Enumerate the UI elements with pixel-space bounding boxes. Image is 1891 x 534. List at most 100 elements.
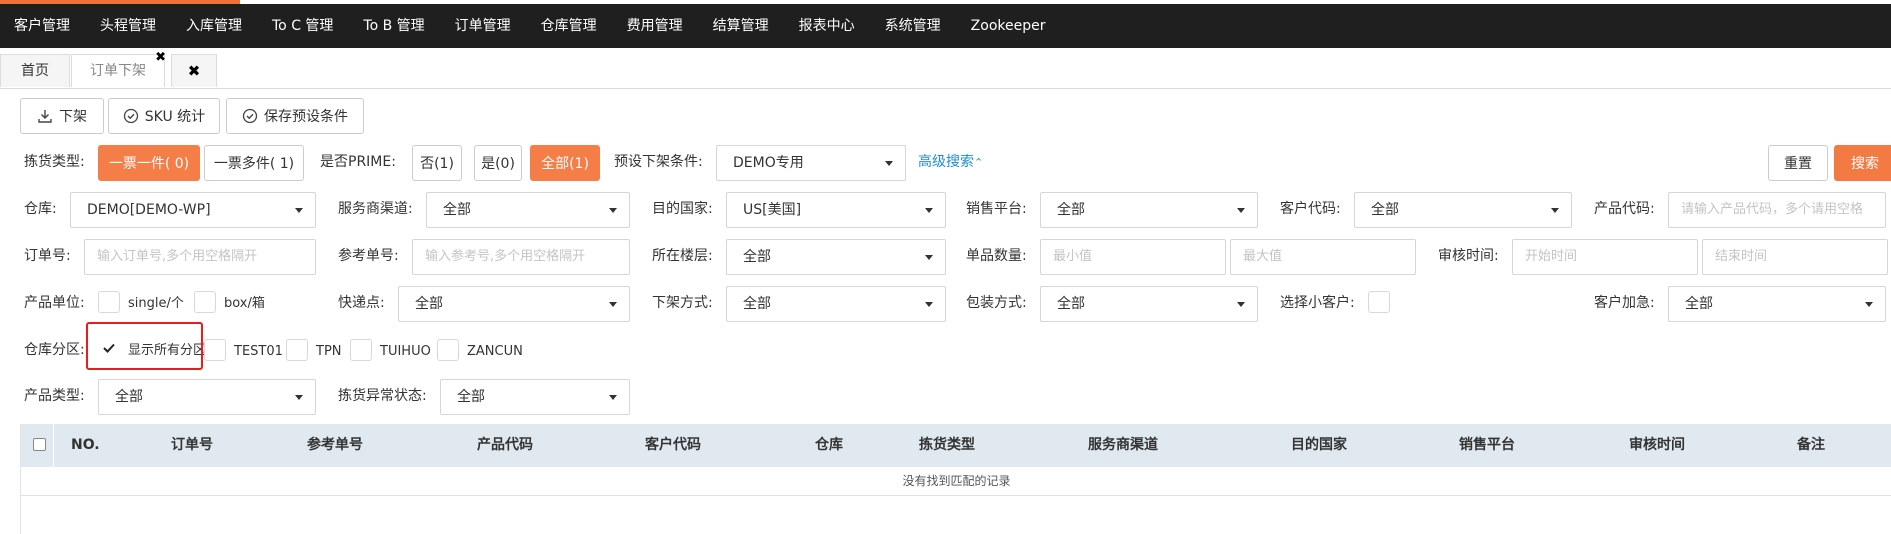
product-type-value: 全部 xyxy=(115,389,143,405)
col-country[interactable]: 目的国家 xyxy=(1291,424,1347,467)
col-no[interactable]: NO. xyxy=(71,424,100,467)
nav-system[interactable]: 系统管理 xyxy=(870,4,956,48)
prime-all-button[interactable]: 全部(1) xyxy=(530,145,600,181)
nav-fees[interactable]: 费用管理 xyxy=(612,4,698,48)
audit-time-label: 审核时间: xyxy=(1438,248,1499,264)
floor-select[interactable]: 全部 xyxy=(726,239,946,275)
col-order-no[interactable]: 订单号 xyxy=(171,424,213,467)
prime-no-button[interactable]: 否(1) xyxy=(412,145,462,181)
close-all-tabs-button[interactable]: ✖ xyxy=(171,54,217,87)
express-select[interactable]: 全部 xyxy=(398,286,630,322)
search-button[interactable]: 搜索 xyxy=(1834,145,1891,181)
column-divider xyxy=(53,424,54,467)
check-circle-icon xyxy=(123,108,138,124)
nav-settlement[interactable]: 结算管理 xyxy=(698,4,784,48)
nav-customer[interactable]: 客户管理 xyxy=(0,4,85,48)
col-warehouse[interactable]: 仓库 xyxy=(815,424,843,467)
order-no-label: 订单号: xyxy=(24,248,71,264)
nav-zookeeper[interactable]: Zookeeper xyxy=(956,4,1061,48)
col-customer-code[interactable]: 客户代码 xyxy=(645,424,701,467)
ref-no-label: 参考单号: xyxy=(338,248,399,264)
empty-message: 没有找到匹配的记录 xyxy=(21,467,1891,496)
pick-type-single-button[interactable]: 一票一件( 0) xyxy=(98,145,200,181)
zone-label: 仓库分区: xyxy=(24,342,85,358)
audit-end-input[interactable]: 结束时间 xyxy=(1702,239,1888,275)
col-channel[interactable]: 服务商渠道 xyxy=(1088,424,1158,467)
pick-exception-value: 全部 xyxy=(457,389,485,405)
qty-max-input[interactable]: 最大值 xyxy=(1230,239,1416,275)
tab-close-icon[interactable]: ✖ xyxy=(155,51,166,64)
product-code-label: 产品代码: xyxy=(1594,201,1655,217)
chevron-down-icon xyxy=(295,395,303,400)
zone-tpn-label: TPN xyxy=(316,344,342,359)
col-platform[interactable]: 销售平台 xyxy=(1459,424,1515,467)
zone-tpn-checkbox[interactable] xyxy=(286,339,308,361)
nav-inbound[interactable]: 入库管理 xyxy=(171,4,257,48)
nav-to-c[interactable]: To C 管理 xyxy=(257,4,348,48)
small-customer-label: 选择小客户: xyxy=(1280,295,1355,311)
chevron-down-icon xyxy=(609,395,617,400)
channel-select[interactable]: 全部 xyxy=(426,192,630,228)
pick-type-label: 拣货类型: xyxy=(24,154,85,170)
product-type-select[interactable]: 全部 xyxy=(98,379,316,415)
pack-method-select[interactable]: 全部 xyxy=(1040,286,1258,322)
pack-method-label: 包装方式: xyxy=(966,295,1027,311)
offshelf-label: 下架 xyxy=(59,109,87,125)
ref-no-input[interactable]: 输入参考号,多个用空格隔开 xyxy=(412,239,630,275)
reset-button[interactable]: 重置 xyxy=(1768,145,1828,181)
small-customer-checkbox[interactable] xyxy=(1368,291,1390,313)
pick-exception-select[interactable]: 全部 xyxy=(440,379,630,415)
pick-exception-label: 拣货异常状态: xyxy=(338,388,427,404)
prime-label: 是否PRIME: xyxy=(320,154,396,170)
country-select[interactable]: US[美国] xyxy=(726,192,946,228)
pick-type-multi-button[interactable]: 一票多件( 1) xyxy=(204,145,304,181)
results-table: NO. 订单号 参考单号 产品代码 客户代码 仓库 拣货类型 服务商渠道 目的国… xyxy=(20,424,1891,534)
save-preset-button[interactable]: 保存预设条件 xyxy=(226,98,364,134)
platform-select[interactable]: 全部 xyxy=(1040,192,1258,228)
audit-start-input[interactable]: 开始时间 xyxy=(1512,239,1698,275)
offshelf-method-select[interactable]: 全部 xyxy=(726,286,946,322)
zone-test01-label: TEST01 xyxy=(234,344,283,359)
order-no-input[interactable]: 输入订单号,多个用空格隔开 xyxy=(84,239,316,275)
col-audit-time[interactable]: 审核时间 xyxy=(1629,424,1685,467)
preset-select[interactable]: DEMO专用 xyxy=(716,145,906,181)
nav-reports[interactable]: 报表中心 xyxy=(784,4,870,48)
express-label: 快递点: xyxy=(338,295,385,311)
preset-label: 预设下架条件: xyxy=(614,154,703,170)
zone-tuihuo-checkbox[interactable] xyxy=(350,339,372,361)
col-pick-type[interactable]: 拣货类型 xyxy=(919,424,975,467)
prime-yes-button[interactable]: 是(0) xyxy=(474,145,522,181)
nav-to-b[interactable]: To B 管理 xyxy=(348,4,439,48)
offshelf-method-label: 下架方式: xyxy=(652,295,713,311)
nav-warehouse[interactable]: 仓库管理 xyxy=(526,4,612,48)
chevron-down-icon xyxy=(925,302,933,307)
urgent-select[interactable]: 全部 xyxy=(1668,286,1886,322)
download-icon xyxy=(38,110,52,123)
product-type-label: 产品类型: xyxy=(24,388,85,404)
advanced-search-link[interactable]: 高级搜索⌃ xyxy=(918,152,983,173)
select-all-checkbox[interactable] xyxy=(33,438,46,451)
unit-box-checkbox[interactable] xyxy=(194,291,216,313)
chevron-down-icon xyxy=(885,161,893,166)
col-ref-no[interactable]: 参考单号 xyxy=(307,424,363,467)
unit-single-checkbox[interactable] xyxy=(98,291,120,313)
zone-zancun-checkbox[interactable] xyxy=(437,339,459,361)
warehouse-select[interactable]: DEMO[DEMO-WP] xyxy=(70,192,316,228)
chevron-down-icon xyxy=(925,208,933,213)
col-remark[interactable]: 备注 xyxy=(1797,424,1825,467)
urgent-label: 客户加急: xyxy=(1594,295,1655,311)
sku-stats-button[interactable]: SKU 统计 xyxy=(108,98,220,134)
customer-code-select[interactable]: 全部 xyxy=(1354,192,1572,228)
col-product-code[interactable]: 产品代码 xyxy=(477,424,533,467)
tab-home[interactable]: 首页 xyxy=(0,54,70,87)
offshelf-button[interactable]: 下架 xyxy=(20,98,104,134)
preset-value: DEMO专用 xyxy=(733,155,804,171)
nav-orders[interactable]: 订单管理 xyxy=(440,4,526,48)
sku-stats-label: SKU 统计 xyxy=(144,109,206,125)
channel-label: 服务商渠道: xyxy=(338,201,413,217)
nav-first-leg[interactable]: 头程管理 xyxy=(85,4,171,48)
qty-min-input[interactable]: 最小值 xyxy=(1040,239,1226,275)
tab-order-offshelf[interactable]: 订单下架 ✖ xyxy=(71,51,166,87)
product-code-input[interactable]: 请输入产品代码，多个请用空格 xyxy=(1668,192,1886,228)
zone-test01-checkbox[interactable] xyxy=(204,339,226,361)
